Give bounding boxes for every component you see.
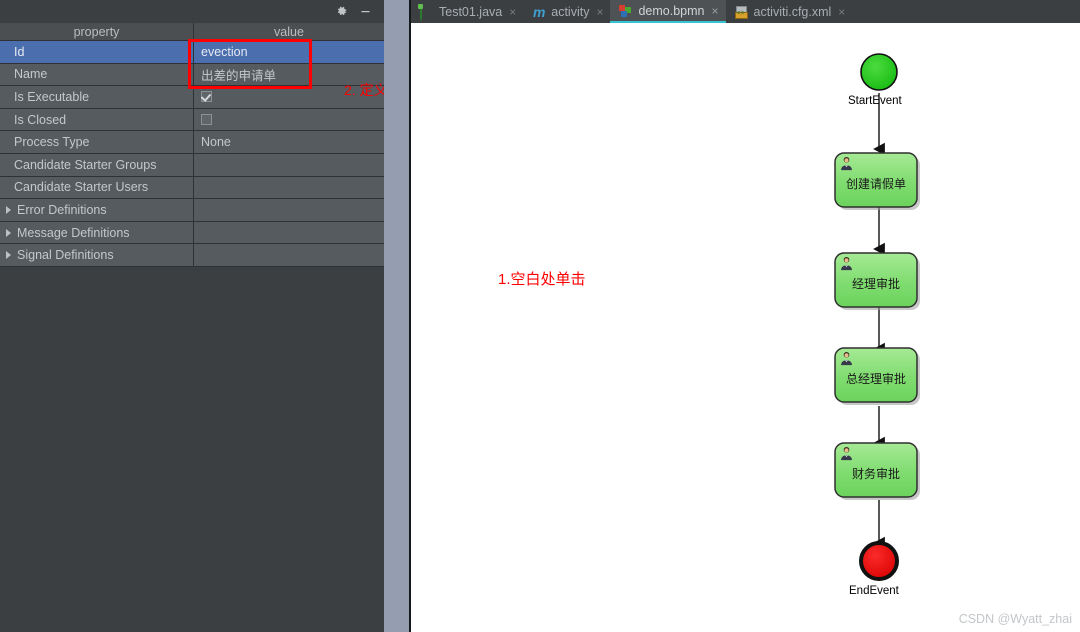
gear-icon[interactable] (330, 2, 352, 22)
bpmn-diagram-canvas[interactable]: 1.空白处单击 StartEvent 创建请假单 经理审批 总经理审批 财务审批… (411, 23, 1080, 632)
maven-module-icon: m (533, 3, 546, 20)
bpmn-file-icon (619, 4, 633, 18)
property-label-signal-definitions: Signal Definitions (17, 248, 114, 263)
property-name-id: Id (0, 41, 194, 63)
tab-label: activiti.cfg.xml (753, 4, 832, 19)
checkbox-is-executable[interactable] (201, 91, 212, 103)
property-value-message-definitions[interactable] (194, 221, 384, 244)
property-value-is-closed[interactable] (194, 108, 384, 131)
bpmn-end-event[interactable] (859, 541, 899, 581)
checkbox-is-closed[interactable] (201, 114, 212, 126)
column-header-property: property (0, 23, 194, 40)
tab-activity[interactable]: m activity × (523, 0, 611, 23)
tab-demo-bpmn[interactable]: demo.bpmn × (610, 0, 726, 23)
tab-test01-java[interactable]: Test01.java × (411, 0, 524, 23)
chevron-right-icon[interactable] (6, 228, 11, 237)
java-class-icon (420, 4, 434, 21)
tab-activiti-cfg-xml[interactable]: activiti.cfg.xml × (725, 0, 853, 23)
user-task-icon (839, 351, 854, 366)
end-event-label: EndEvent (849, 585, 899, 597)
chevron-right-icon[interactable] (6, 251, 11, 260)
table-row-candidate-starter-groups[interactable]: Candidate Starter Groups (0, 153, 384, 177)
minimize-icon[interactable] (354, 2, 376, 22)
property-name-candidate-starter-users: Candidate Starter Users (0, 176, 194, 199)
table-row-is-executable[interactable]: Is Executable (0, 86, 384, 109)
property-value-process-type[interactable]: None (194, 131, 384, 153)
tab-label: Test01.java (439, 4, 503, 19)
properties-table: property value Id evection Name 出差的申请单 I… (0, 23, 384, 267)
property-value-candidate-starter-users[interactable] (194, 176, 384, 199)
properties-toolbar (0, 0, 384, 23)
task-label-create-leave-request: 创建请假单 (845, 177, 906, 191)
property-name-signal-definitions: Signal Definitions (0, 244, 194, 266)
table-row-error-definitions[interactable]: Error Definitions (0, 199, 384, 222)
property-name-is-closed: Is Closed (0, 108, 194, 131)
property-name-candidate-starter-groups: Candidate Starter Groups (0, 153, 194, 176)
property-name-error-definitions: Error Definitions (0, 199, 194, 221)
chevron-right-icon[interactable] (6, 205, 11, 214)
user-task-icon (839, 156, 854, 171)
property-value-candidate-starter-groups[interactable] (194, 153, 384, 176)
watermark: CSDN @Wyatt_zhai (958, 612, 1072, 626)
tab-label: activity (551, 4, 590, 19)
close-icon[interactable]: × (596, 6, 603, 18)
table-row-signal-definitions[interactable]: Signal Definitions (0, 244, 384, 267)
tab-label: demo.bpmn (638, 3, 705, 18)
panel-divider-scrollbar[interactable] (384, 0, 409, 632)
task-label-manager-approval: 经理审批 (851, 277, 900, 291)
close-icon[interactable]: × (509, 6, 516, 18)
task-label-finance-approval: 财务审批 (851, 467, 900, 481)
editor-tab-bar: Test01.java × m activity × demo.bpmn × a… (411, 0, 1080, 23)
table-row-process-type[interactable]: Process Type None (0, 131, 384, 154)
property-value-signal-definitions[interactable] (194, 244, 384, 266)
close-icon[interactable]: × (711, 5, 718, 17)
properties-panel: property value Id evection Name 出差的申请单 I… (0, 0, 384, 632)
property-name-process-type: Process Type (0, 131, 194, 153)
xml-config-file-icon (734, 5, 749, 19)
table-row-candidate-starter-users[interactable]: Candidate Starter Users (0, 176, 384, 200)
property-name-message-definitions: Message Definitions (0, 221, 194, 244)
bpmn-start-event[interactable] (860, 53, 898, 91)
task-label-general-manager-approval: 总经理审批 (845, 372, 906, 386)
property-value-id[interactable]: evection (194, 41, 384, 63)
property-label-message-definitions: Message Definitions (17, 225, 130, 240)
table-row-message-definitions[interactable]: Message Definitions (0, 221, 384, 245)
column-header-value: value (194, 23, 384, 40)
property-label-error-definitions: Error Definitions (17, 202, 107, 217)
bpmn-flow-svg (834, 53, 920, 581)
user-task-icon (839, 446, 854, 461)
property-name-name: Name (0, 63, 194, 86)
table-header-row: property value (0, 23, 384, 41)
property-value-error-definitions[interactable] (194, 199, 384, 221)
table-row-name[interactable]: Name 出差的申请单 (0, 63, 384, 87)
close-icon[interactable]: × (838, 6, 845, 18)
start-event-label: StartEvent (848, 95, 902, 107)
table-row-id[interactable]: Id evection (0, 41, 384, 64)
user-task-icon (839, 256, 854, 271)
table-row-is-closed[interactable]: Is Closed (0, 108, 384, 132)
property-name-is-executable: Is Executable (0, 86, 194, 108)
